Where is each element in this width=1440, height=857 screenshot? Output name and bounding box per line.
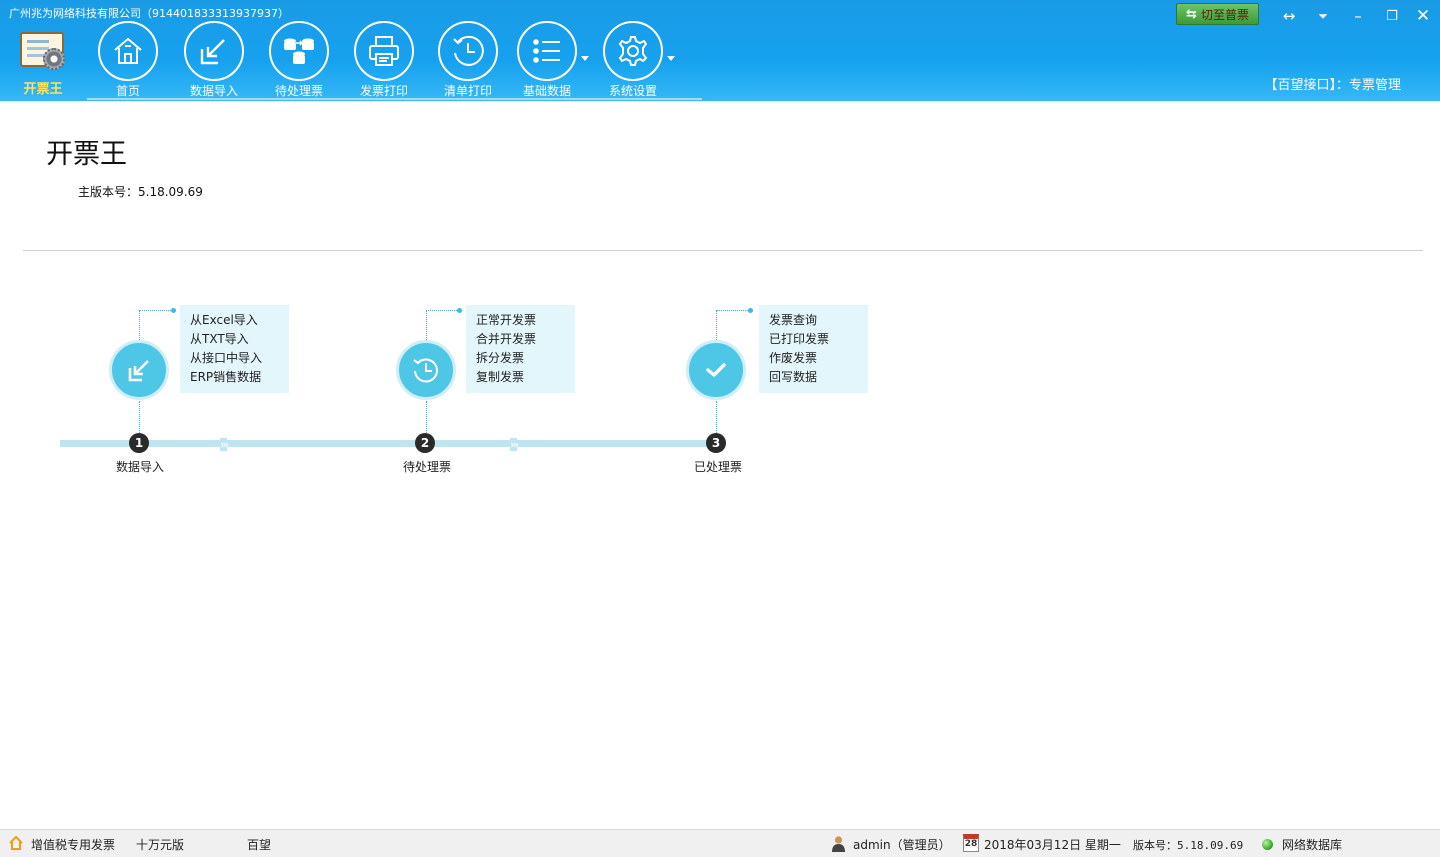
connector-line [139, 401, 140, 433]
step-pending-menu: 正常开发票 合并开发票 拆分发票 复制发票 [466, 305, 575, 393]
page-title: 开票王 [46, 139, 127, 170]
provider-label: 百望 [247, 838, 272, 852]
list-icon [517, 21, 577, 81]
switch-invoice-label: 切至普票 [1200, 7, 1249, 22]
step-label: 已处理票 [693, 460, 742, 474]
step-number-badge: 2 [415, 433, 435, 453]
app-gear-icon [43, 48, 65, 70]
house-icon[interactable] [8, 835, 24, 851]
step-pending-circle[interactable] [396, 340, 456, 400]
step-import-circle[interactable] [109, 340, 169, 400]
nav-list-print-label: 清单打印 [443, 84, 492, 98]
nav-print-button[interactable]: 发票打印 [346, 21, 422, 99]
step-label: 数据导入 [115, 460, 164, 474]
home-icon [98, 21, 158, 81]
nav-home-label: 首页 [115, 84, 140, 98]
resize-icon[interactable]: ↔ [1275, 4, 1303, 28]
arrow-chevrons-icon: ››› [510, 438, 519, 451]
nav-import-button[interactable]: 数据导入 [176, 21, 252, 99]
company-title: 广州兆为网络科技有限公司（914401833313937937） [9, 7, 289, 20]
step-import-menu: 从Excel导入 从TXT导入 从接口中导入 ERP销售数据 [180, 305, 289, 393]
nav-settings-button[interactable]: 系统设置 [595, 21, 675, 99]
link-invoice-query[interactable]: 发票查询 [769, 311, 868, 330]
content-divider [23, 250, 1423, 251]
pending-icon [269, 21, 329, 81]
nav-import-label: 数据导入 [189, 84, 238, 98]
connector-line [139, 310, 173, 311]
chevron-down-icon[interactable] [581, 56, 589, 61]
step-done-menu: 发票查询 已打印发票 作废发票 回写数据 [759, 305, 868, 393]
workflow-track [60, 440, 715, 447]
app-name-label: 开票王 [23, 82, 63, 97]
link-normal-invoice[interactable]: 正常开发票 [476, 311, 575, 330]
link-merge-invoice[interactable]: 合并开发票 [476, 330, 575, 349]
module-indicator: 【百望接口】：专票管理 [1264, 78, 1401, 93]
nav-list-print-button[interactable]: 清单打印 [430, 21, 506, 99]
invoice-type-label: 增值税专用发票 [31, 838, 116, 852]
import-icon [184, 21, 244, 81]
edition-label: 十万元版 [136, 838, 185, 852]
step-number-badge: 1 [129, 433, 149, 453]
connector-line [139, 310, 140, 340]
connector-dot [457, 308, 462, 313]
user-icon [832, 836, 845, 852]
version-label: 主版本号： [78, 185, 139, 199]
connector-line [716, 310, 750, 311]
ribbon-header: 广州兆为网络科技有限公司（914401833313937937） 开票王 首页 … [0, 0, 1440, 101]
switch-invoice-button[interactable]: ⇆ 切至普票 [1176, 3, 1259, 25]
connector-line [426, 310, 459, 311]
swap-icon: ⇆ [1186, 6, 1197, 22]
app-logo-button[interactable]: 开票王 [13, 26, 73, 100]
link-erp-sales[interactable]: ERP销售数据 [190, 368, 289, 387]
connector-line [716, 310, 717, 340]
calendar-icon: 28 [963, 834, 979, 852]
user-label: admin（管理员） [853, 838, 951, 852]
gear-icon [603, 21, 663, 81]
nav-settings-label: 系统设置 [608, 84, 657, 98]
connector-line [716, 401, 717, 433]
link-import-txt[interactable]: 从TXT导入 [190, 330, 289, 349]
chevron-down-icon[interactable] [667, 56, 675, 61]
nav-pending-button[interactable]: 待处理票 [261, 21, 337, 99]
connector-dot [748, 308, 753, 313]
nav-pending-label: 待处理票 [274, 84, 323, 98]
nav-basic-data-button[interactable]: 基础数据 [509, 21, 589, 99]
version-value: 5.18.09.69 [138, 185, 203, 199]
arrow-chevrons-icon: ››› [220, 438, 229, 451]
nav-home-button[interactable]: 首页 [90, 21, 166, 99]
link-import-excel[interactable]: 从Excel导入 [190, 311, 289, 330]
version-status: 版本号：5.18.09.69 [1133, 839, 1244, 852]
link-void-invoice[interactable]: 作废发票 [769, 349, 868, 368]
nav-basic-data-label: 基础数据 [522, 84, 571, 98]
link-printed-invoices[interactable]: 已打印发票 [769, 330, 868, 349]
checkmark-icon [706, 363, 726, 377]
step-number-badge: 3 [706, 433, 726, 453]
status-dot-icon [1262, 839, 1273, 850]
connector-dot [171, 308, 176, 313]
printer-icon [354, 21, 414, 81]
connector-line [426, 310, 427, 340]
minimize-icon[interactable]: – [1344, 4, 1372, 28]
clock-icon [413, 358, 438, 383]
restore-icon[interactable]: ❐ [1378, 4, 1406, 28]
link-import-interface[interactable]: 从接口中导入 [190, 349, 289, 368]
step-label: 待处理票 [402, 460, 451, 474]
clock-icon [438, 21, 498, 81]
link-copy-invoice[interactable]: 复制发票 [476, 368, 575, 387]
nav-divider [87, 98, 702, 100]
import-icon [128, 360, 149, 382]
date-label: 2018年03月12日 星期一 [984, 838, 1121, 852]
connector-line [426, 401, 427, 433]
nav-print-label: 发票打印 [359, 84, 408, 98]
link-split-invoice[interactable]: 拆分发票 [476, 349, 575, 368]
version-line: 主版本号：5.18.09.69 [78, 183, 203, 200]
link-writeback-data[interactable]: 回写数据 [769, 368, 868, 387]
close-icon[interactable]: ✕ [1409, 4, 1437, 28]
status-bar: 增值税专用发票 十万元版 百望 admin（管理员） 28 2018年03月12… [0, 829, 1440, 857]
step-done-circle[interactable] [686, 340, 746, 400]
menu-dropdown-icon[interactable]: ⏷ [1309, 4, 1337, 28]
database-label: 网络数据库 [1282, 838, 1343, 852]
